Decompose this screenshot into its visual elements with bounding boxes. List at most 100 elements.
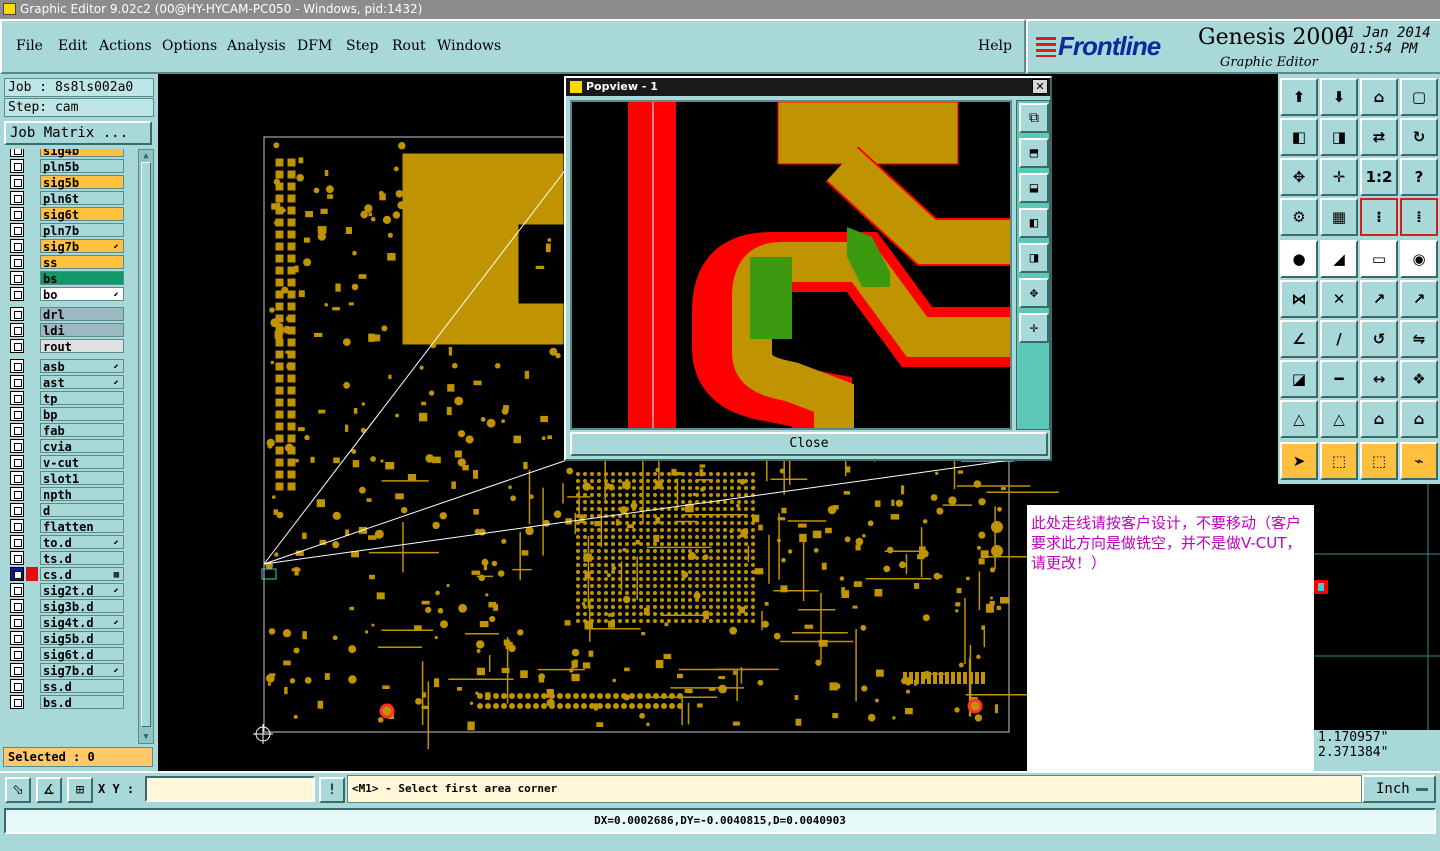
layer-row[interactable]: bp	[4, 407, 128, 422]
layer-name[interactable]: bo ⬋	[40, 287, 124, 302]
layer-name[interactable]: fab	[40, 423, 124, 438]
layer-checkbox[interactable]	[10, 207, 24, 221]
zoom-down-icon[interactable]: ⬇	[1320, 78, 1358, 116]
menu-help[interactable]: Help	[978, 38, 1012, 54]
popview-close-icon[interactable]: ✕	[1032, 79, 1048, 94]
menu-analysis[interactable]: Analysis	[227, 38, 286, 54]
units-selector[interactable]: Inch	[1362, 775, 1436, 803]
layer-name[interactable]: sig6t	[40, 207, 124, 222]
layer-checkbox[interactable]	[10, 487, 24, 501]
layer-name[interactable]: to.d ⬋	[40, 535, 124, 550]
group-pads-icon[interactable]: ❖	[1400, 360, 1438, 398]
select-box-icon[interactable]: ⬚	[1320, 442, 1358, 480]
layer-name[interactable]: sig5b	[40, 175, 124, 190]
layer-checkbox[interactable]	[10, 159, 24, 173]
layer-checkbox[interactable]	[10, 503, 24, 517]
cross-icon[interactable]: ✕	[1320, 280, 1358, 318]
zoom-center-icon[interactable]: ✛	[1320, 158, 1358, 196]
layer-name[interactable]: slot1	[40, 471, 124, 486]
layer-name[interactable]: d	[40, 503, 124, 518]
layer-row[interactable]: flatten	[4, 519, 128, 534]
layer-row[interactable]: sig2t.d ⬋	[4, 583, 128, 598]
layer-row[interactable]: ldi	[4, 323, 128, 338]
layer-row[interactable]: bo ⬋	[4, 287, 128, 302]
layer-name[interactable]: ldi	[40, 323, 124, 338]
popview-zoom-home-icon[interactable]: ⧉	[1019, 103, 1049, 133]
triangle-outline-icon[interactable]: △	[1320, 400, 1358, 438]
slash-line-icon[interactable]: /	[1320, 320, 1358, 358]
snap-angle-icon[interactable]: ∡	[36, 777, 62, 803]
triangle-icon[interactable]: △	[1280, 400, 1318, 438]
layer-checkbox[interactable]	[10, 599, 24, 613]
layer-name[interactable]: ss.d	[40, 679, 124, 694]
layer-row[interactable]: sig3b.d	[4, 599, 128, 614]
layer-row[interactable]: pln7b	[4, 223, 128, 238]
layer-checkbox[interactable]	[10, 339, 24, 353]
layer-row[interactable]: ss.d	[4, 679, 128, 694]
layer-checkbox[interactable]	[10, 149, 24, 157]
layer-row[interactable]: pln6t	[4, 191, 128, 206]
snap-pad-icon[interactable]: ⁝	[1360, 198, 1398, 236]
layer-name[interactable]: rout	[40, 339, 124, 354]
zoom-home-icon[interactable]: ⬆	[1280, 78, 1318, 116]
layer-row[interactable]: sig5b	[4, 175, 128, 190]
layer-row[interactable]: drl	[4, 307, 128, 322]
menu-options[interactable]: Options	[162, 38, 217, 54]
layer-name[interactable]: v-cut	[40, 455, 124, 470]
arch-icon[interactable]: ⌂	[1360, 400, 1398, 438]
layer-list-scrollbar[interactable]: ▲ ▼	[138, 149, 154, 744]
add-pad-icon[interactable]: ◉	[1400, 240, 1438, 278]
layer-row[interactable]: sig7b ⬋	[4, 239, 128, 254]
layer-name[interactable]: bs.d	[40, 695, 124, 710]
layer-row[interactable]: pln5b	[4, 159, 128, 174]
layer-name[interactable]: asb ⬋	[40, 359, 124, 374]
layer-checkbox[interactable]	[10, 583, 24, 597]
layer-checkbox[interactable]	[10, 255, 24, 269]
ruler-icon[interactable]: ▭	[1360, 240, 1398, 278]
popview-window[interactable]: Popview - 1 ✕ ⧉ ⬒ ⬓ ◧ ◨ ✥ ✛ Close	[564, 76, 1052, 461]
pan-left-icon[interactable]: ◧	[1280, 118, 1318, 156]
scroll-up-icon[interactable]: ▲	[140, 150, 152, 162]
layer-name[interactable]: pln7b	[40, 223, 124, 238]
layer-checkbox[interactable]	[10, 407, 24, 421]
popview-zoom-in-icon[interactable]: ✛	[1019, 313, 1049, 343]
add-feature-icon[interactable]: ●	[1280, 240, 1318, 278]
menu-edit[interactable]: Edit	[58, 38, 87, 54]
snap-grid-icon[interactable]: ⬂	[5, 777, 31, 803]
layer-row[interactable]: to.d ⬋	[4, 535, 128, 550]
layer-checkbox[interactable]	[10, 535, 24, 549]
layer-row[interactable]: bs	[4, 271, 128, 286]
layer-checkbox[interactable]	[10, 615, 24, 629]
popview-pan-up-icon[interactable]: ⬒	[1019, 138, 1049, 168]
layer-name[interactable]: npth	[40, 487, 124, 502]
layer-row[interactable]: cs.d ▦	[4, 567, 128, 582]
layer-row[interactable]: sig6t	[4, 207, 128, 222]
layer-name[interactable]: ast ⬋	[40, 375, 124, 390]
layer-row[interactable]: npth	[4, 487, 128, 502]
layer-row[interactable]: sig4t.d ⬋	[4, 615, 128, 630]
layer-row[interactable]: sig4b	[4, 149, 128, 158]
zoom-ratio-icon[interactable]: 1:2	[1360, 158, 1398, 196]
menu-step[interactable]: Step	[346, 38, 378, 54]
popview-zoom-fit-icon[interactable]: ✥	[1019, 278, 1049, 308]
layer-name[interactable]: pln5b	[40, 159, 124, 174]
arc-icon[interactable]: ↺	[1360, 320, 1398, 358]
layer-name[interactable]: cvia	[40, 439, 124, 454]
popview-titlebar[interactable]: Popview - 1	[566, 78, 1050, 96]
split-line-icon[interactable]: ━	[1320, 360, 1358, 398]
layer-checkbox[interactable]	[10, 679, 24, 693]
layer-checkbox[interactable]	[10, 663, 24, 677]
stretch-point-icon[interactable]: ↗	[1400, 280, 1438, 318]
move-point-icon[interactable]: ↗	[1360, 280, 1398, 318]
layer-checkbox[interactable]	[10, 287, 24, 301]
alert-icon[interactable]: !	[319, 777, 345, 803]
layer-checkbox[interactable]	[10, 271, 24, 285]
arch-fill-icon[interactable]: ⌂	[1400, 400, 1438, 438]
layer-row[interactable]: slot1	[4, 471, 128, 486]
layer-checkbox[interactable]	[10, 391, 24, 405]
scroll-down-icon[interactable]: ▼	[140, 731, 152, 743]
layer-name[interactable]: sig3b.d	[40, 599, 124, 614]
popview-pan-down-icon[interactable]: ⬓	[1019, 173, 1049, 203]
angle-icon[interactable]: ∠	[1280, 320, 1318, 358]
zoom-area-icon[interactable]: ⌂	[1360, 78, 1398, 116]
